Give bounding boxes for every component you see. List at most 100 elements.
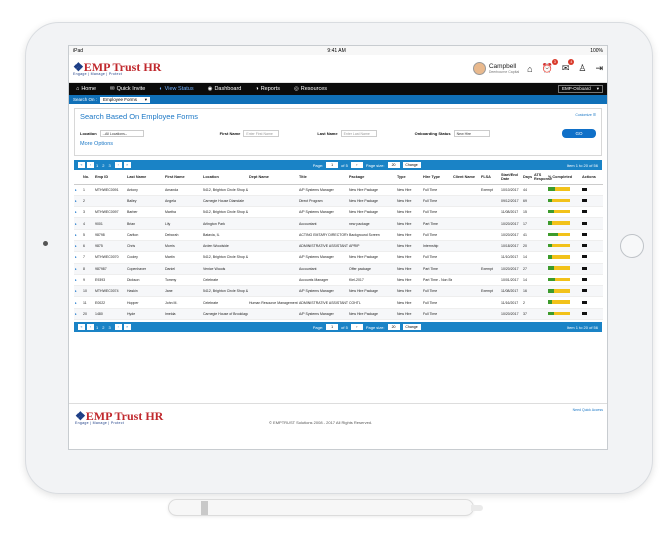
expand-row-icon[interactable]: ▸	[74, 308, 82, 321]
nav-item-resources[interactable]: ◎ Resources	[291, 86, 330, 92]
portal-select[interactable]: EMP-Onboard ▾	[557, 85, 603, 93]
prev-page-button[interactable]: ‹	[87, 162, 94, 168]
table-row[interactable]: ▸ 6 9875 Chris Morris Arden Woodside ADMINISTR…	[74, 240, 603, 253]
user-menu[interactable]: Campbell Deerbourne Capital	[472, 62, 519, 75]
search-on-select[interactable]: Employee Forms ▾	[100, 96, 151, 103]
page-input[interactable]: 1	[326, 324, 339, 331]
column-header[interactable]: Start/End Date	[500, 170, 522, 185]
brand-logo[interactable]: ❖EMP Trust HR Engage | Manage | Protect	[73, 61, 161, 77]
action-menu-icon[interactable]	[582, 300, 587, 304]
table-row[interactable]: ▸ 2 Bailey Angela Carnegie House Diamdale Dir…	[74, 195, 603, 208]
table-row[interactable]: ▸ 9 E9393 Dickson Tommy Celebrate Accounts Man…	[74, 274, 603, 287]
column-header[interactable]: ATS Response	[533, 170, 552, 185]
table-row[interactable]: ▸ 7 MTHWEC0070 Cooley Martin 5412, Brighton C…	[74, 251, 603, 264]
go-button[interactable]: GO	[562, 129, 596, 138]
location-select[interactable]: --All Locations--	[99, 130, 144, 137]
action-menu-icon[interactable]	[582, 255, 587, 259]
more-options-link[interactable]: More Options	[80, 141, 596, 147]
action-menu-icon[interactable]	[582, 187, 587, 191]
table-row[interactable]: ▸ 1 MTHWEC0091 Antony Amanda 5412, Brighton C…	[74, 184, 603, 196]
action-menu-icon[interactable]	[582, 311, 587, 315]
expand-row-icon[interactable]: ▸	[74, 285, 82, 298]
column-header[interactable]: Title	[298, 170, 348, 185]
column-header[interactable]: First Name	[164, 170, 202, 185]
column-header[interactable]: Hire Type	[422, 170, 452, 185]
action-menu-icon[interactable]	[582, 232, 587, 236]
last-name-field[interactable]: Enter Last Name	[340, 130, 377, 137]
action-menu-icon[interactable]	[582, 221, 587, 225]
expand-row-icon[interactable]: ▸	[74, 195, 82, 208]
page-link[interactable]: 3	[108, 163, 110, 168]
column-header[interactable]: Client Name	[452, 170, 480, 185]
change-button[interactable]: Change	[402, 324, 421, 331]
home-hardware-button[interactable]	[620, 234, 644, 258]
page-link[interactable]: 3	[108, 325, 110, 330]
column-header[interactable]: % Completed	[547, 170, 581, 185]
expand-row-icon[interactable]: ▸	[74, 263, 82, 275]
expand-row-icon[interactable]: ▸	[74, 184, 82, 196]
action-menu-icon[interactable]	[582, 198, 587, 202]
page-link[interactable]: 1	[96, 325, 98, 330]
nav-item-home[interactable]: ⌂ Home	[73, 86, 99, 92]
column-header[interactable]: Location	[202, 170, 248, 185]
column-header[interactable]: FLSA	[480, 170, 500, 185]
action-menu-icon[interactable]	[582, 266, 587, 270]
nav-item-view-status[interactable]: ◐ View Status	[156, 86, 196, 92]
table-row[interactable]: ▸ 3 MTHWEC0097 Barber Martha 5412, Brighton C…	[74, 206, 603, 219]
expand-row-icon[interactable]: ▸	[74, 229, 82, 241]
page-input[interactable]: 1	[326, 162, 339, 168]
action-menu-icon[interactable]	[582, 210, 587, 214]
nav-item-dashboard[interactable]: ◉ Dashboard	[205, 86, 245, 92]
column-header[interactable]	[74, 170, 82, 185]
nav-item-reports[interactable]: ◑ Reports	[252, 86, 283, 92]
page-link[interactable]: 2	[102, 163, 104, 168]
page-size-input[interactable]: 20	[387, 324, 400, 331]
expand-row-icon[interactable]: ▸	[74, 274, 82, 287]
column-header[interactable]: Package	[348, 170, 396, 185]
last-page-button[interactable]: »	[123, 162, 131, 168]
column-header[interactable]: Days	[522, 170, 533, 185]
alarm-icon[interactable]: ⏰ 3	[542, 59, 558, 74]
table-row[interactable]: ▸ 20 1480 Hyde Imelda Carnegie House of Brook…	[74, 308, 603, 321]
next-page-button[interactable]: ›	[114, 324, 122, 331]
column-header[interactable]: Emp ID	[94, 170, 126, 185]
home-icon[interactable]: ⌂	[527, 64, 532, 74]
table-row[interactable]: ▸ 11 E0022 Hopper John M. Celebrate Human Reso…	[74, 296, 603, 309]
expand-row-icon[interactable]: ▸	[74, 206, 82, 219]
change-button[interactable]: Change	[402, 162, 421, 168]
page-size-input[interactable]: 20	[387, 162, 400, 168]
expand-row-icon[interactable]: ▸	[74, 251, 82, 264]
table-row[interactable]: ▸ 4 9001 Brian Lily Arlington Park Accountant n…	[74, 217, 603, 230]
expand-row-icon[interactable]: ▸	[74, 296, 82, 309]
expand-row-icon[interactable]: ▸	[74, 217, 82, 230]
go-page-button[interactable]: ›	[350, 324, 363, 331]
onboarding-status-select[interactable]: New Hire	[453, 130, 490, 137]
nav-item-quick-invite[interactable]: ✉ Quick Invite	[107, 86, 148, 92]
user-add-icon[interactable]: ♙	[578, 63, 586, 74]
action-menu-icon[interactable]	[582, 244, 587, 248]
table-row[interactable]: ▸ 10 MTHWEC0074 Haskin Jane 5412, Brighton Ci…	[74, 285, 603, 298]
page-link[interactable]: 2	[102, 325, 104, 330]
page-link[interactable]: 1	[96, 163, 98, 168]
column-header[interactable]: Dept Name	[248, 170, 298, 185]
expand-row-icon[interactable]: ▸	[74, 240, 82, 253]
column-header[interactable]: Last Name	[126, 170, 164, 185]
logout-icon[interactable]: ⇥	[595, 63, 603, 74]
messages-icon[interactable]: ✉ 4	[562, 59, 575, 74]
column-header[interactable]: Type	[396, 170, 422, 185]
go-page-button[interactable]: ›	[350, 162, 363, 168]
action-menu-icon[interactable]	[582, 289, 587, 293]
first-name-field[interactable]: Enter First Name	[243, 130, 280, 137]
action-menu-icon[interactable]	[582, 278, 587, 282]
column-header[interactable]: Actions	[581, 170, 603, 185]
customize-link[interactable]: Customize ☰	[575, 113, 596, 117]
quick-access-link[interactable]: Need Quick Access	[573, 408, 603, 412]
table-row[interactable]: ▸ 8 987987 Copenhaver Daniel Venice Woods Acco…	[74, 263, 603, 275]
column-header[interactable]: No.	[82, 170, 94, 185]
last-page-button[interactable]: »	[123, 324, 131, 331]
prev-page-button[interactable]: ‹	[87, 324, 94, 331]
first-page-button[interactable]: «	[78, 324, 85, 331]
table-row[interactable]: ▸ 5 98798 Carlton Deborah Batavia, IL ACTING E…	[74, 229, 603, 241]
next-page-button[interactable]: ›	[114, 162, 122, 168]
first-page-button[interactable]: «	[78, 162, 85, 168]
